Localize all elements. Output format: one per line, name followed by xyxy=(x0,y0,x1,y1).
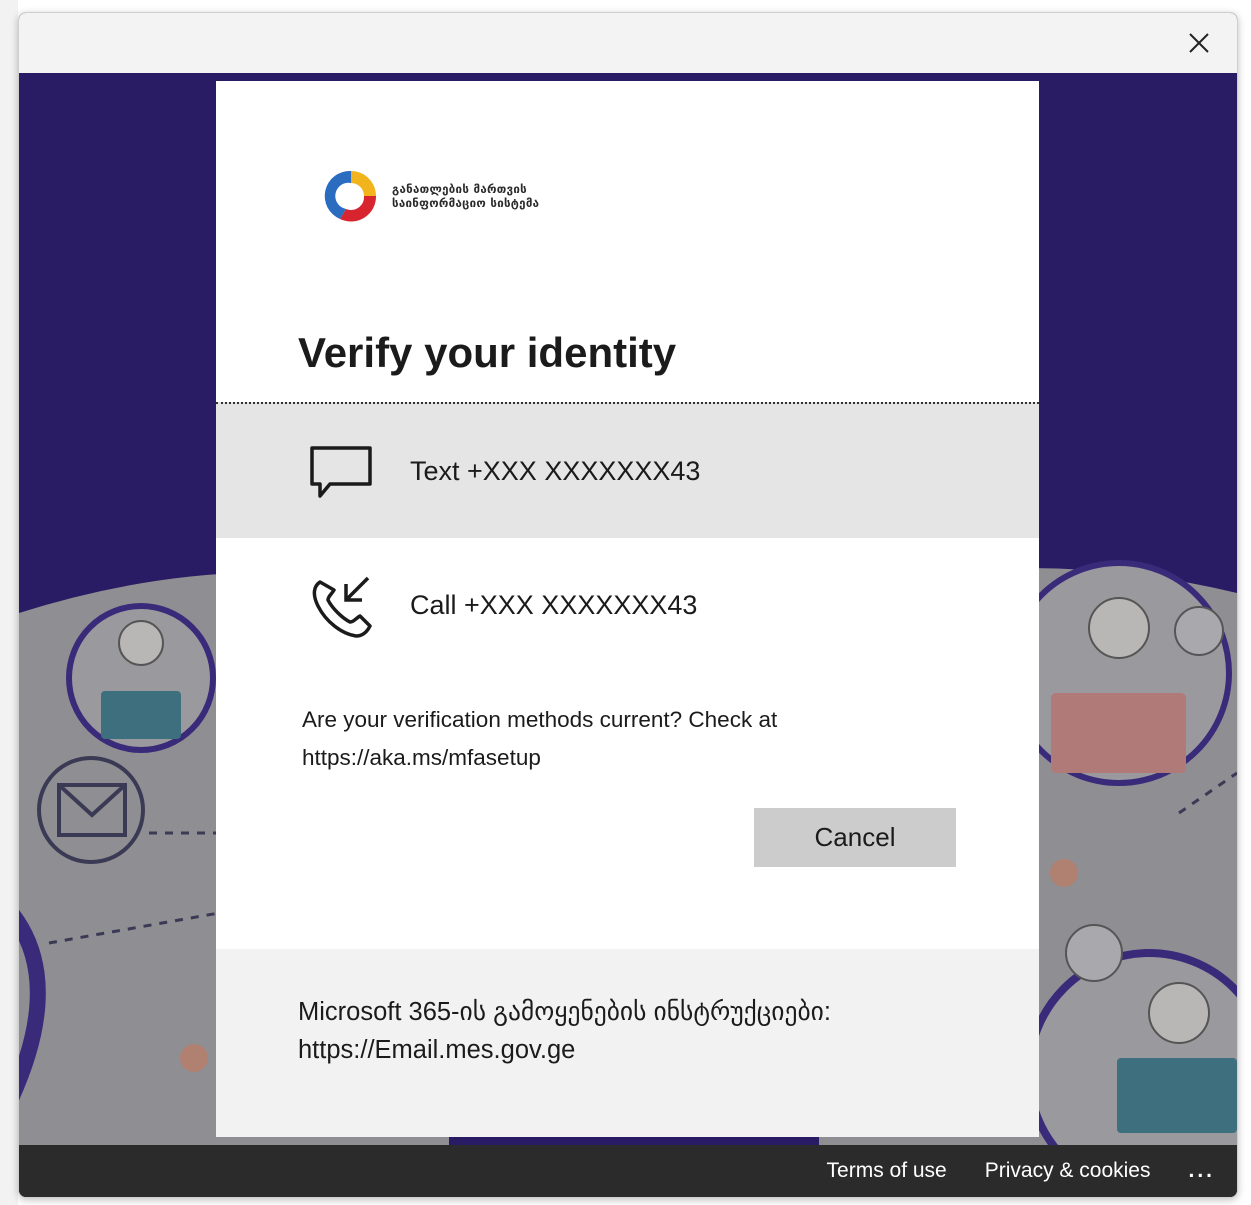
privacy-cookies-link[interactable]: Privacy & cookies xyxy=(985,1159,1151,1183)
logo-line-2: საინფორმაციო სისტემა xyxy=(392,196,540,210)
logo-icon xyxy=(324,170,377,222)
footer-bar: Terms of use Privacy & cookies ... xyxy=(19,1145,1237,1197)
organization-logo: განათლების მართვის საინფორმაციო სისტემა xyxy=(320,165,539,227)
page-title: Verify your identity xyxy=(298,329,677,376)
call-option-label: Call +XXX XXXXXXX43 xyxy=(410,590,698,620)
text-option[interactable]: Text +XXX XXXXXXX43 xyxy=(216,402,1039,541)
background-app-edge xyxy=(0,0,18,1205)
instructions-panel: Microsoft 365-ის გამოყენების ინსტრუქციებ… xyxy=(216,949,1039,1137)
instructions-link[interactable]: https://Email.mes.gov.ge xyxy=(298,1036,575,1064)
hint-text: Are your verification methods current? C… xyxy=(302,707,778,732)
terms-of-use-link[interactable]: Terms of use xyxy=(827,1159,947,1183)
chat-bubble-icon xyxy=(310,445,372,498)
close-icon xyxy=(1189,33,1209,53)
phone-call-icon xyxy=(312,576,372,638)
verify-dialog: განათლების მართვის საინფორმაციო სისტემა … xyxy=(216,81,1039,1137)
more-options-button[interactable]: ... xyxy=(1188,1159,1215,1183)
sign-in-window: განათლების მართვის საინფორმაციო სისტემა … xyxy=(18,12,1238,1198)
logo-line-1: განათლების მართვის xyxy=(392,182,527,196)
cancel-button[interactable]: Cancel xyxy=(754,808,956,867)
instructions-text: Microsoft 365-ის გამოყენების ინსტრუქციებ… xyxy=(298,998,831,1026)
text-option-label: Text +XXX XXXXXXX43 xyxy=(410,456,701,486)
title-bar xyxy=(19,13,1237,74)
mfa-setup-link[interactable]: https://aka.ms/mfasetup xyxy=(302,739,862,777)
call-option[interactable]: Call +XXX XXXXXXX43 xyxy=(216,538,1039,673)
close-button[interactable] xyxy=(1179,23,1219,63)
verification-hint: Are your verification methods current? C… xyxy=(302,701,862,777)
